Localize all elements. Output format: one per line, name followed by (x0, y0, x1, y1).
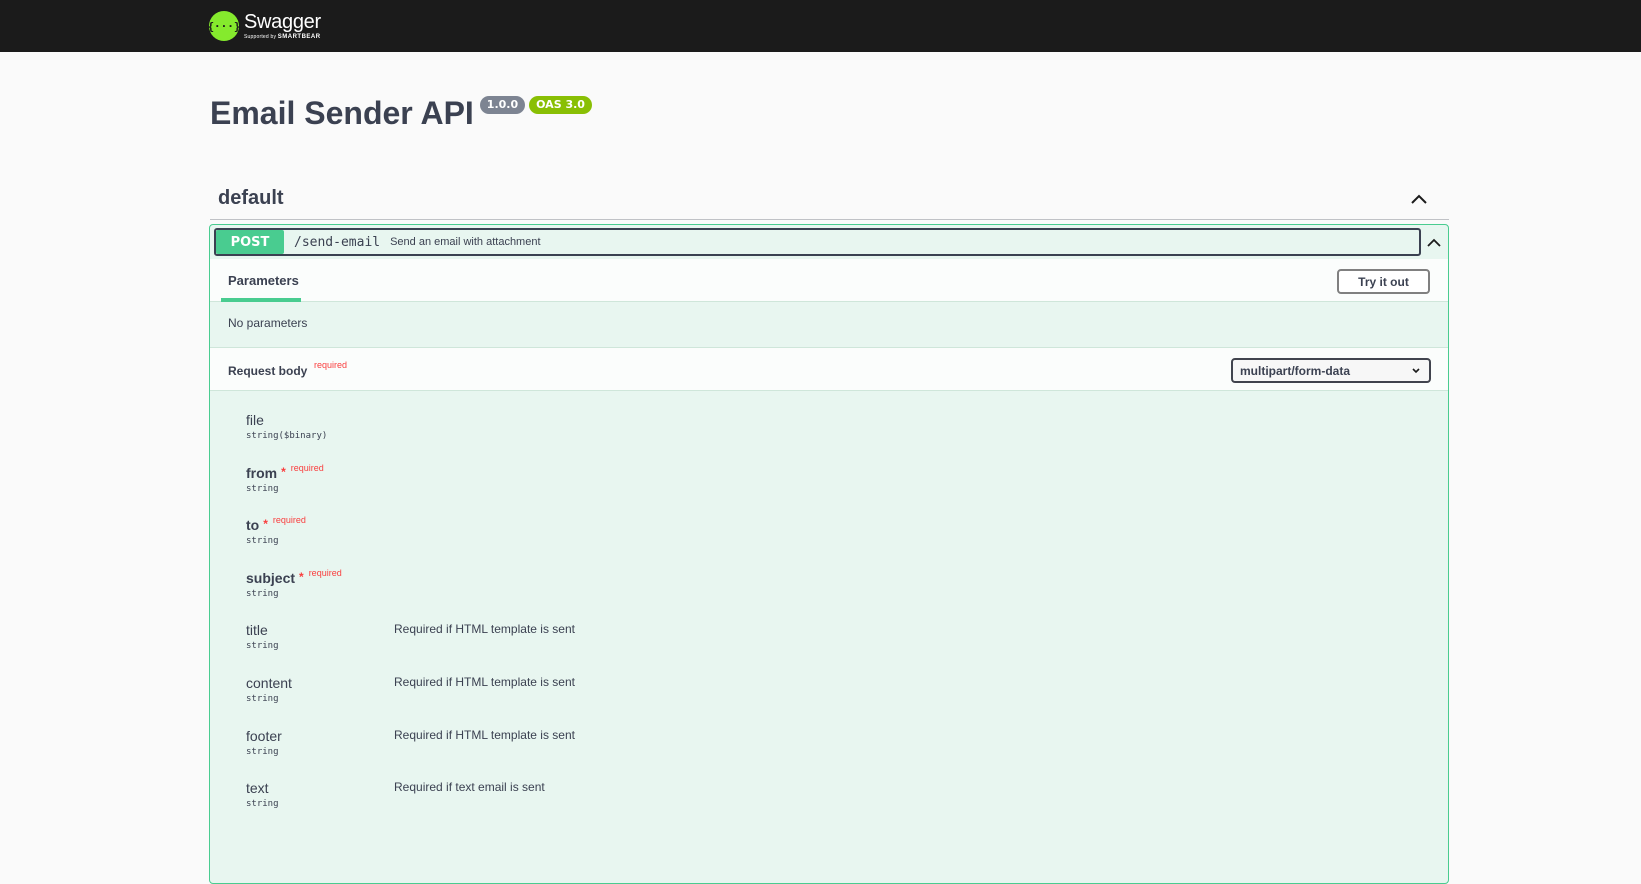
operation-block: POST /send-email Send an email with atta… (209, 224, 1449, 884)
property-type: string (246, 589, 279, 599)
operation-summary[interactable]: POST /send-email Send an email with atta… (214, 228, 1421, 256)
property-type: string (246, 536, 279, 546)
tag-section-header[interactable]: default (210, 178, 1449, 220)
property-type: string($binary) (246, 431, 328, 441)
property-type: string (246, 694, 279, 704)
logo-sub: Supported by SMARTBEAR (244, 33, 321, 41)
required-label: required (308, 568, 342, 578)
operation-path: /send-email (294, 234, 381, 250)
property-name: title (246, 622, 279, 638)
content-type-value: multipart/form-data (1240, 363, 1351, 378)
swagger-logo[interactable]: {···} Swagger Supported by SMARTBEAR (207, 8, 321, 44)
chevron-down-icon (1412, 368, 1420, 374)
request-body-required: required (314, 360, 348, 370)
try-it-out-button[interactable]: Try it out (1337, 269, 1430, 294)
property-content: content string Required if HTML template i… (246, 675, 575, 704)
oas-badge: OAS 3.0 (529, 96, 592, 114)
property-type: string (246, 799, 279, 809)
property-file: file string($binary) (246, 412, 327, 441)
request-body-header: Request body required multipart/form-dat… (210, 347, 1448, 391)
version-badge: 1.0.0 (479, 96, 526, 114)
collapse-chevron-icon[interactable] (1422, 229, 1446, 257)
tab-underline (221, 298, 301, 302)
property-title: title string Required if HTML template is … (246, 622, 575, 651)
property-name: from * required (246, 463, 324, 481)
logo-text: Swagger Supported by SMARTBEAR (244, 12, 321, 41)
method-badge: POST (216, 230, 284, 254)
property-name-text: subject (246, 570, 296, 586)
property-name: to * required (246, 515, 306, 533)
property-type: string (246, 641, 279, 651)
api-title: Email Sender API (210, 95, 474, 131)
required-star: * (281, 465, 286, 479)
logo-sub-prefix: Supported by (244, 33, 278, 40)
property-name: content (246, 675, 292, 691)
property-description: Required if text email is sent (394, 780, 545, 794)
property-to: to * required string (246, 515, 306, 546)
property-name-text: title (246, 622, 268, 638)
parameters-header: Parameters Try it out (210, 259, 1448, 302)
property-name: footer (246, 728, 282, 744)
content-type-select[interactable]: multipart/form-data (1231, 358, 1431, 383)
property-type: string (246, 747, 279, 757)
property-description: Required if HTML template is sent (394, 728, 575, 742)
no-parameters-text: No parameters (228, 316, 308, 330)
property-name-text: content (246, 675, 292, 691)
required-star: * (299, 570, 304, 584)
property-name: text (246, 780, 279, 796)
required-label: required (290, 463, 324, 473)
required-label: required (272, 515, 306, 525)
logo-sub-brand: SMARTBEAR (277, 33, 321, 40)
property-description: Required if HTML template is sent (394, 675, 575, 689)
property-type: string (246, 484, 279, 494)
property-name-text: from (246, 465, 278, 481)
swagger-logo-icon: {···} (207, 11, 241, 41)
property-description: Required if HTML template is sent (394, 622, 575, 636)
tag-name: default (218, 187, 284, 209)
property-subject: subject * required string (246, 568, 342, 599)
chevron-up-icon[interactable] (1409, 189, 1429, 209)
property-from: from * required string (246, 463, 324, 494)
operation-summary-text: Send an email with attachment (390, 236, 541, 248)
property-name-text: text (246, 780, 269, 796)
logo-name: Swagger (244, 10, 321, 33)
required-star: * (263, 517, 268, 531)
topbar: {···} Swagger Supported by SMARTBEAR (0, 0, 1641, 52)
property-name-text: to (246, 517, 260, 533)
property-name: subject * required (246, 568, 342, 586)
request-body-title: Request body (228, 364, 308, 378)
property-name: file (246, 412, 327, 428)
property-text: text string Required if text email is sent (246, 780, 545, 809)
tab-parameters[interactable]: Parameters (228, 273, 299, 288)
property-footer: footer string Required if HTML template is… (246, 728, 575, 757)
property-name-text: footer (246, 728, 282, 744)
property-name-text: file (246, 412, 264, 428)
api-info: Email Sender API 1.0.0 OAS 3.0 (210, 92, 592, 134)
